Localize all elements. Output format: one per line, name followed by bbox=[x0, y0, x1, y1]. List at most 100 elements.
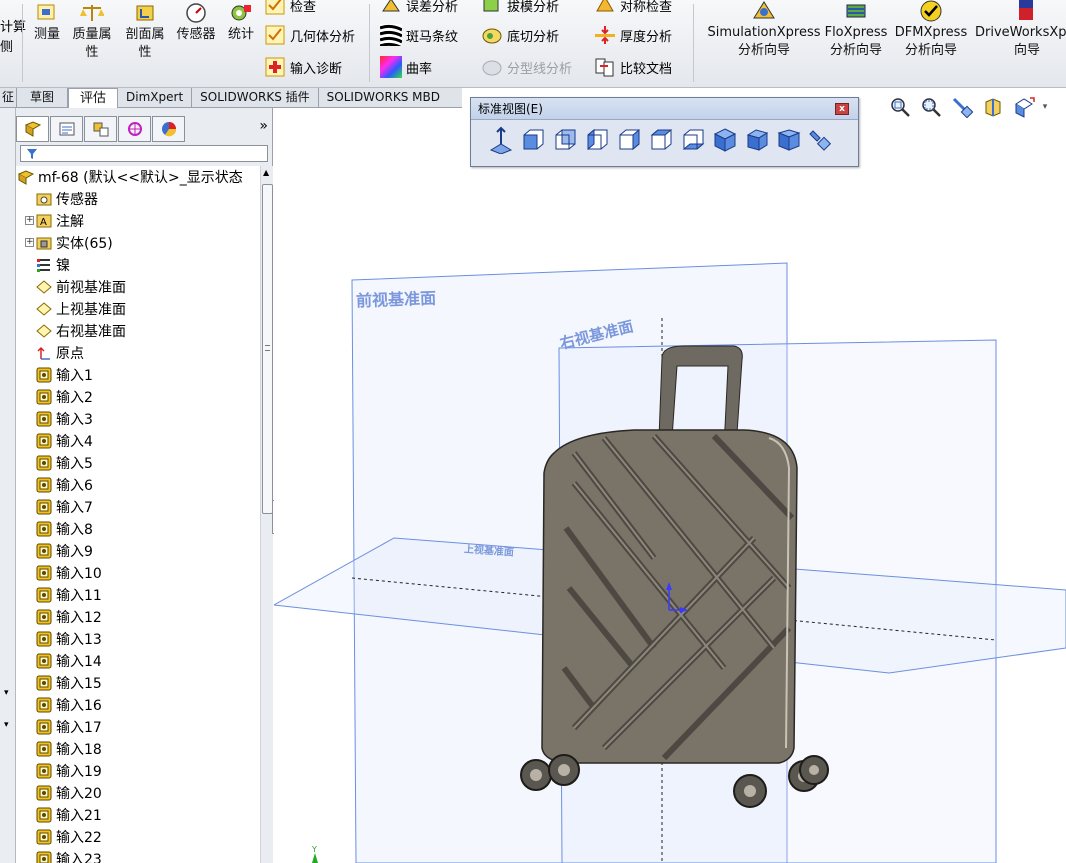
zoom-to-area-button[interactable] bbox=[915, 93, 946, 121]
undercut-analysis-button[interactable]: 底切分析 bbox=[481, 24, 559, 46]
tree-item-import[interactable]: 输入22 bbox=[36, 826, 102, 848]
tree-item-import[interactable]: 输入6 bbox=[36, 474, 93, 496]
tree-item-import[interactable]: 输入13 bbox=[36, 628, 102, 650]
property-manager-tab[interactable] bbox=[50, 116, 83, 142]
scroll-up-arrow-icon[interactable]: ▲ bbox=[263, 168, 269, 177]
tab-sketch[interactable]: 草图 bbox=[17, 88, 69, 108]
tree-item-import[interactable]: 输入10 bbox=[36, 562, 102, 584]
section-properties-button[interactable]: 剖面属 性 bbox=[121, 2, 169, 62]
tree-item-solid-bodies[interactable]: 实体(65) bbox=[36, 232, 113, 254]
tree-item-import[interactable]: 输入5 bbox=[36, 452, 93, 474]
tab-dimxpert[interactable]: DimXpert bbox=[118, 88, 193, 108]
tree-item-import[interactable]: 输入14 bbox=[36, 650, 102, 672]
check-label: 检查 bbox=[290, 0, 317, 15]
tree-item-import[interactable]: 输入11 bbox=[36, 584, 102, 606]
tree-item-import[interactable]: 输入12 bbox=[36, 606, 102, 628]
tree-scroll-thumb[interactable] bbox=[262, 184, 273, 514]
expand-solid-bodies[interactable]: + bbox=[25, 238, 34, 247]
tree-item-import[interactable]: 输入18 bbox=[36, 738, 102, 760]
view-orientation-button[interactable] bbox=[1008, 93, 1039, 121]
tree-item-import[interactable]: 输入19 bbox=[36, 760, 102, 782]
tree-item-label: 输入17 bbox=[56, 720, 102, 736]
tab-evaluate[interactable]: 评估 bbox=[68, 88, 119, 109]
top-view-button[interactable] bbox=[645, 122, 677, 158]
symmetry-check-button[interactable]: 对称检查 bbox=[594, 0, 672, 16]
front-view-button[interactable] bbox=[517, 122, 549, 158]
deviation-icon bbox=[380, 0, 402, 16]
strip-arrow-icon[interactable]: ▾ bbox=[4, 688, 9, 698]
tree-item-front-plane[interactable]: 前视基准面 bbox=[36, 276, 126, 298]
tree-item-import[interactable]: 输入17 bbox=[36, 716, 102, 738]
view-selector-button[interactable] bbox=[805, 122, 837, 158]
tree-item-import[interactable]: 输入15 bbox=[36, 672, 102, 694]
floxpress-button[interactable]: FloXpress 分析向导 bbox=[823, 0, 889, 60]
back-view-button[interactable] bbox=[549, 122, 581, 158]
tree-item-origin[interactable]: 原点 bbox=[36, 342, 84, 364]
driveworksxpress-button[interactable]: DriveWorksXpr 向导 bbox=[972, 0, 1066, 60]
tree-item-import[interactable]: 输入1 bbox=[36, 364, 93, 386]
tree-item-import[interactable]: 输入21 bbox=[36, 804, 102, 826]
tree-root-part[interactable]: mf-68 (默认<<默认>_显示状态 bbox=[18, 166, 243, 188]
zebra-stripes-button[interactable]: 斑马条纹 bbox=[380, 24, 458, 46]
tree-item-import[interactable]: 输入3 bbox=[36, 408, 93, 430]
view-orientation-dropdown[interactable]: ▾ bbox=[1039, 93, 1051, 121]
panel-expand-chevron[interactable]: » bbox=[259, 118, 268, 134]
trimetric-view-button[interactable] bbox=[741, 122, 773, 158]
graphics-area[interactable]: 前视基准面 右视基准面 上视基准面 Y bbox=[274, 108, 1066, 863]
bottom-view-button[interactable] bbox=[677, 122, 709, 158]
tree-item-top-plane[interactable]: 上视基准面 bbox=[36, 298, 126, 320]
standard-views-buttons bbox=[471, 122, 837, 158]
geometry-analysis-button[interactable]: 几何体分析 bbox=[264, 24, 355, 46]
left-view-button[interactable] bbox=[581, 122, 613, 158]
dimxpert-manager-tab[interactable] bbox=[118, 116, 151, 142]
dimetric-view-button[interactable] bbox=[773, 122, 805, 158]
dfmxpress-button[interactable]: DFMXpress 分析向导 bbox=[892, 0, 970, 60]
tab-features[interactable]: 征 bbox=[0, 88, 18, 108]
import-feature-icon bbox=[36, 389, 52, 405]
tree-item-material[interactable]: 镍 bbox=[36, 254, 70, 276]
simulationxpress-button[interactable]: SimulationXpress 分析向导 bbox=[708, 0, 821, 60]
import-diagnostics-button[interactable]: 输入诊断 bbox=[264, 56, 342, 78]
deviation-label: 误差分析 bbox=[406, 0, 459, 15]
tree-item-import[interactable]: 输入7 bbox=[36, 496, 93, 518]
check-button[interactable]: 检查 bbox=[264, 0, 316, 16]
right-view-button[interactable] bbox=[613, 122, 645, 158]
tree-item-import[interactable]: 输入4 bbox=[36, 430, 93, 452]
deviation-analysis-button[interactable]: 误差分析 bbox=[380, 0, 458, 16]
statistics-button[interactable]: 统计 bbox=[224, 2, 258, 44]
expand-annotations[interactable]: + bbox=[25, 216, 34, 225]
tree-filter-input[interactable] bbox=[20, 145, 268, 162]
draft-analysis-button[interactable]: 拔模分析 bbox=[481, 0, 559, 16]
previous-view-button[interactable] bbox=[946, 93, 977, 121]
geometry-analysis-label: 几何体分析 bbox=[290, 29, 356, 45]
sensor-button[interactable]: 传感器 bbox=[174, 2, 218, 44]
tree-item-import[interactable]: 输入8 bbox=[36, 518, 93, 540]
curvature-button[interactable]: 曲率 bbox=[380, 56, 432, 78]
tab-solidworks-mbd[interactable]: SOLIDWORKS MBD bbox=[319, 88, 448, 108]
tree-item-import[interactable]: 输入9 bbox=[36, 540, 93, 562]
parting-line-analysis-button[interactable]: 分型线分析 bbox=[481, 56, 572, 78]
normal-to-button[interactable] bbox=[485, 122, 517, 158]
tree-item-label: 输入1 bbox=[56, 368, 93, 384]
isometric-view-button[interactable] bbox=[709, 122, 741, 158]
zoom-to-fit-button[interactable] bbox=[884, 93, 915, 121]
tree-item-import[interactable]: 输入23 bbox=[36, 848, 102, 863]
tab-solidworks-addins[interactable]: SOLIDWORKS 插件 bbox=[192, 88, 319, 108]
mass-properties-button[interactable]: 质量属 性 bbox=[68, 2, 116, 62]
strip-arrow-icon-2[interactable]: ▾ bbox=[4, 720, 9, 730]
feature-tree-tab[interactable] bbox=[16, 116, 49, 142]
driveworks-icon bbox=[1012, 0, 1038, 22]
display-manager-tab[interactable] bbox=[152, 116, 185, 142]
tree-item-import[interactable]: 输入20 bbox=[36, 782, 102, 804]
tree-item-annotations[interactable]: A 注解 bbox=[36, 210, 84, 232]
tree-item-sensors[interactable]: 传感器 bbox=[36, 188, 98, 210]
tree-item-import[interactable]: 输入16 bbox=[36, 694, 102, 716]
measure-button[interactable]: 测量 bbox=[29, 2, 65, 44]
standard-views-close-button[interactable]: x bbox=[835, 103, 849, 115]
section-view-button[interactable] bbox=[977, 93, 1008, 121]
tree-item-import[interactable]: 输入2 bbox=[36, 386, 93, 408]
tree-item-right-plane[interactable]: 右视基准面 bbox=[36, 320, 126, 342]
compare-documents-button[interactable]: 比较文档 bbox=[594, 56, 672, 78]
thickness-analysis-button[interactable]: 厚度分析 bbox=[594, 24, 672, 46]
configuration-manager-tab[interactable] bbox=[84, 116, 117, 142]
